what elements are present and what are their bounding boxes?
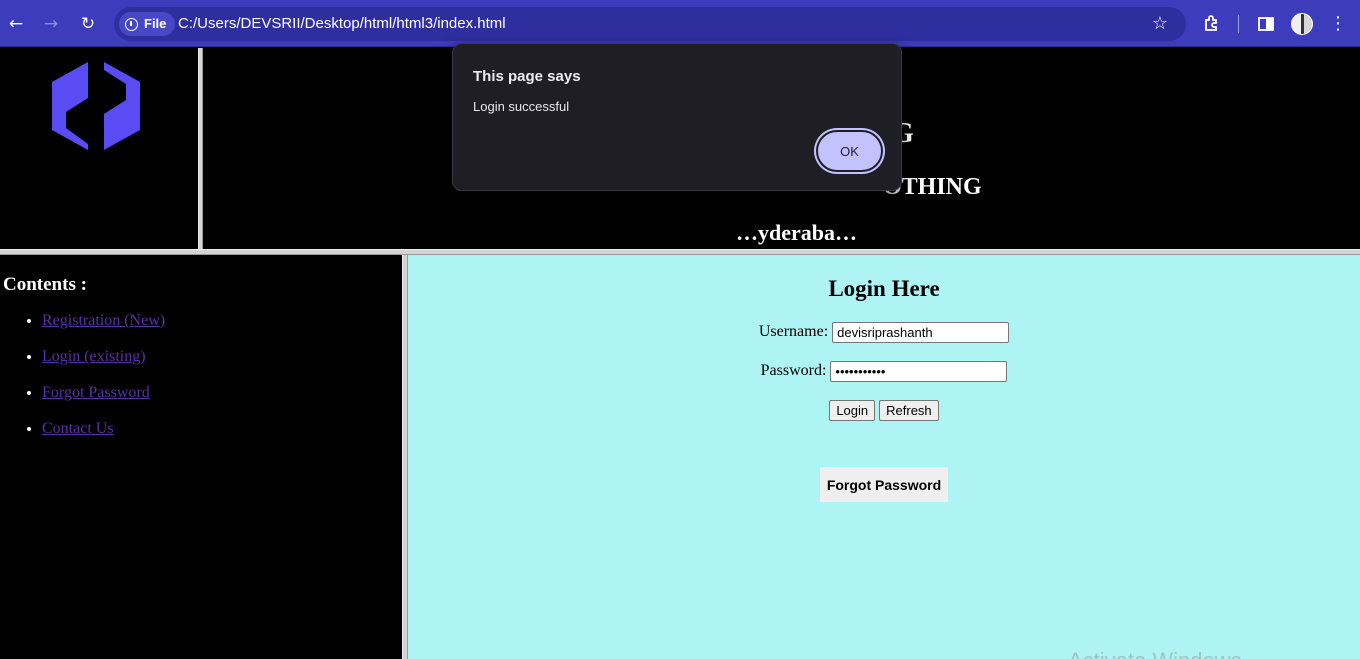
logo-frame <box>0 48 198 249</box>
login-frame: Login Here Username: Password: Login Ref… <box>408 255 1360 659</box>
password-input[interactable] <box>830 361 1008 382</box>
alert-dialog: This page says Login successful OK <box>452 43 902 191</box>
url-text[interactable]: C:/Users/DEVSRII/Desktop/html/html3/inde… <box>178 7 506 41</box>
password-row: Password: <box>408 361 1360 382</box>
ok-button[interactable]: OK <box>816 130 883 172</box>
list-item: Registration (New) <box>42 312 165 348</box>
site-chip-label: File <box>144 16 167 31</box>
button-row: Login Refresh <box>408 400 1360 421</box>
activate-windows-watermark: Activate Windows <box>1068 648 1242 659</box>
alert-message: Login successful <box>473 99 570 114</box>
profile-avatar[interactable] <box>1291 13 1313 35</box>
forgot-password-link[interactable]: Forgot Password <box>42 384 150 401</box>
contents-title: Contents : <box>3 274 87 295</box>
username-row: Username: <box>408 322 1360 343</box>
login-button[interactable]: Login <box>829 400 876 421</box>
refresh-button[interactable]: Refresh <box>879 400 939 421</box>
banner-location: …yderaba… <box>736 220 857 245</box>
reload-icon[interactable]: ↻ <box>76 12 100 36</box>
login-link[interactable]: Login (existing) <box>42 348 146 365</box>
username-label: Username: <box>758 323 829 341</box>
site-info-chip[interactable]: File <box>119 12 176 36</box>
star-icon[interactable]: ☆ <box>1148 12 1172 36</box>
list-item: Contact Us <box>42 420 165 456</box>
list-item: Login (existing) <box>42 348 165 384</box>
menu-icon[interactable]: ⋮ <box>1326 12 1350 36</box>
logo-icon <box>52 62 140 150</box>
info-icon <box>125 17 138 31</box>
list-item: Forgot Password <box>42 384 165 420</box>
side-panel-icon[interactable] <box>1254 12 1278 36</box>
back-icon[interactable]: ← <box>4 12 28 36</box>
contents-frame: Contents : Registration (New) Login (exi… <box>0 255 402 659</box>
forward-icon[interactable]: → <box>39 12 63 36</box>
toolbar-divider <box>1238 15 1239 33</box>
contents-list: Registration (New) Login (existing) Forg… <box>42 312 165 456</box>
forgot-password-button[interactable]: Forgot Password <box>820 467 948 502</box>
contact-us-link[interactable]: Contact Us <box>42 420 114 437</box>
extensions-icon[interactable] <box>1200 12 1224 36</box>
password-label: Password: <box>760 362 827 380</box>
address-bar[interactable]: File C:/Users/DEVSRII/Desktop/html/html3… <box>114 7 1186 41</box>
alert-title: This page says <box>473 68 581 85</box>
browser-toolbar: ← → ↻ File C:/Users/DEVSRII/Desktop/html… <box>0 0 1360 47</box>
login-title: Login Here <box>828 276 940 301</box>
registration-link[interactable]: Registration (New) <box>42 312 165 329</box>
username-input[interactable] <box>832 322 1010 343</box>
